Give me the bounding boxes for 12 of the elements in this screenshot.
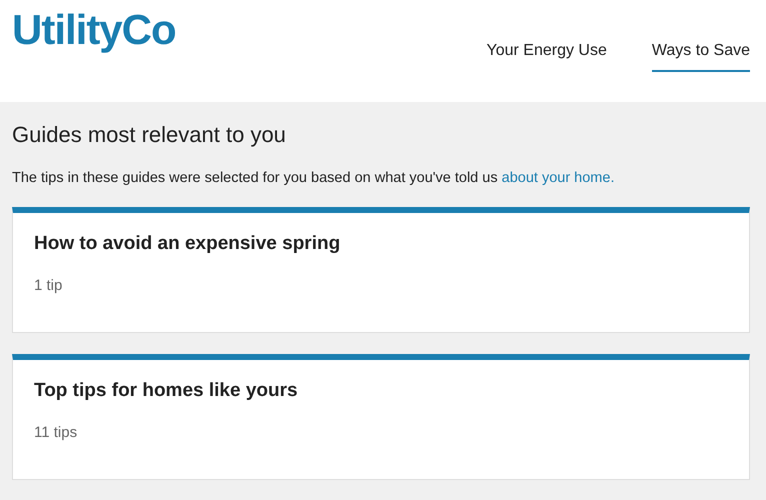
tip-count: 11 tips bbox=[34, 424, 78, 441]
nav-tab[interactable]: Ways to Save bbox=[652, 42, 750, 72]
guide-card[interactable]: Top tips for homes like yours 11 tips bbox=[12, 354, 750, 480]
logo[interactable]: UtilityCo bbox=[12, 6, 176, 54]
nav-tab[interactable]: Your Energy Use bbox=[486, 42, 607, 72]
intro-text: The tips in these guides were selected for you based on what you've told us about your home. bbox=[12, 170, 616, 186]
guide-card[interactable]: How to avoid an expensive spring 1 tip bbox=[12, 207, 750, 333]
guide-title: How to avoid an expensive spring bbox=[34, 233, 342, 255]
home-link[interactable]: about your home. bbox=[502, 170, 614, 186]
tip-count: 1 tip bbox=[34, 277, 64, 294]
page-heading: Guides most relevant to you bbox=[12, 122, 287, 148]
guide-title: Top tips for homes like yours bbox=[34, 380, 299, 402]
